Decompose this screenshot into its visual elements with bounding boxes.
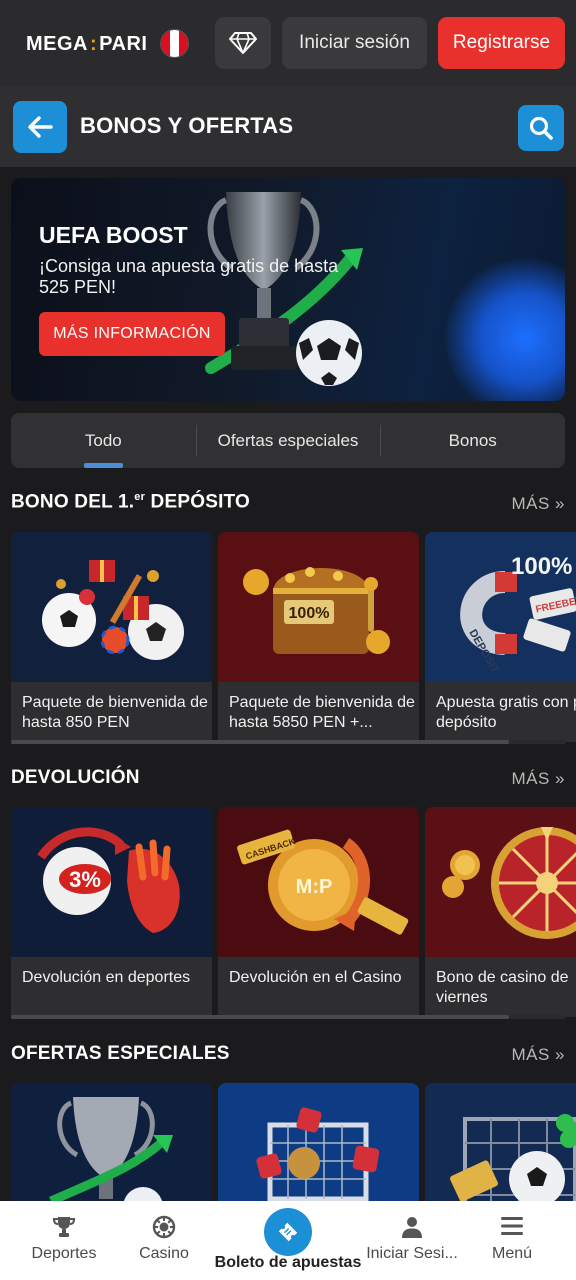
section-title-sup: er — [134, 491, 146, 503]
card-text: Bono de casino de viernes — [436, 969, 569, 1006]
promo-card[interactable]: 3% Devolución en deportes — [11, 807, 212, 1017]
tab-special-offers[interactable]: Ofertas especiales — [195, 413, 381, 468]
card-row-cashback: 3% Devolución en deportes M:P CASHBACK D… — [11, 807, 576, 1022]
sports-balls-gift-image — [11, 532, 212, 682]
section-title-cashback: DEVOLUCIÓN — [11, 767, 140, 788]
register-button[interactable]: Registrarse — [438, 17, 565, 69]
active-tab-indicator — [84, 463, 123, 468]
promo-banner[interactable]: UEFA BOOST ¡Consiga una apuesta gratis d… — [11, 178, 565, 401]
ticket-icon — [278, 1222, 298, 1242]
casino-chip-icon — [152, 1215, 176, 1239]
more-link-special-offers[interactable]: MÁS » — [511, 1045, 565, 1065]
logo-text-left: MEGA — [26, 32, 88, 55]
arrow-left-icon — [28, 116, 53, 138]
more-info-button[interactable]: MÁS INFORMACIÓN — [39, 312, 225, 356]
title-bar: BONOS Y OFERTAS — [0, 86, 576, 167]
logo-text-right: PARI — [99, 32, 148, 55]
banner-text: ¡Consiga una apuesta gratis de hasta 525… — [39, 256, 339, 297]
login-button[interactable]: Iniciar sesión — [282, 17, 427, 69]
card-row-first-deposit: Paquete de bienvenida de hasta 850 PEN 1… — [11, 532, 576, 747]
percent-badge-text: 3% — [69, 867, 101, 892]
bet-slip-button[interactable] — [264, 1208, 312, 1256]
page: MEGA: PARI Iniciar sesión Registrarse BON… — [0, 0, 576, 1280]
top-header: MEGA: PARI Iniciar sesión Registrarse — [0, 0, 576, 86]
more-link-first-deposit[interactable]: MÁS » — [511, 494, 565, 514]
section-title-first-deposit: BONO DEL 1.er DEPÓSITO — [11, 491, 250, 513]
filter-tabs: Todo Ofertas especiales Bonos — [11, 413, 565, 468]
nav-casino[interactable]: Casino — [108, 1201, 220, 1280]
diamond-icon — [229, 32, 257, 54]
nav-menu[interactable]: Menú — [456, 1201, 568, 1280]
casino-cashback-coin-image: M:P CASHBACK — [218, 807, 419, 957]
search-button[interactable] — [518, 105, 564, 151]
logo-colon: : — [90, 32, 98, 55]
card-text: Devolución en deportes — [22, 969, 191, 986]
nav-sports[interactable]: Deportes — [8, 1201, 120, 1280]
card-text: Devolución en el Casino — [229, 969, 402, 986]
magnet-badge-text: 100% — [511, 553, 572, 580]
tab-all[interactable]: Todo — [11, 413, 196, 468]
menu-icon — [501, 1217, 523, 1235]
promo-card[interactable]: M:P CASHBACK Devolución en el Casino — [218, 807, 419, 1017]
row-scrollbar[interactable] — [11, 740, 509, 744]
peru-flag-icon[interactable] — [160, 29, 189, 58]
section-title-rest: DEPÓSITO — [145, 491, 250, 513]
nav-label: Casino — [139, 1245, 189, 1262]
megapari-logo[interactable]: MEGA: PARI — [26, 30, 147, 58]
row-scrollbar[interactable] — [11, 1015, 509, 1019]
card-text: Paquete de bienvenida de hasta 850 PEN — [22, 694, 208, 731]
page-title: BONOS Y OFERTAS — [80, 113, 294, 138]
chest-badge-text: 100% — [289, 605, 330, 622]
banner-title: UEFA BOOST — [39, 222, 188, 248]
card-text: Paquete de bienvenida de hasta 5850 PEN … — [229, 694, 415, 731]
promo-card[interactable]: 100% Paquete de bienvenida de hasta 5850… — [218, 532, 419, 742]
nav-label: Boleto de apuestas — [214, 1254, 362, 1271]
nav-login[interactable]: Iniciar Sesi... — [356, 1201, 468, 1280]
user-icon — [402, 1217, 422, 1238]
magnet-freebet-image: DEPOSIT 100% FREEBET — [425, 532, 576, 682]
more-link-cashback[interactable]: MÁS » — [511, 769, 565, 789]
promo-card[interactable]: Paquete de bienvenida de hasta 850 PEN — [11, 532, 212, 742]
promo-card[interactable]: DEPOSIT 100% FREEBET Apuesta gratis con … — [425, 532, 576, 742]
tab-bonuses[interactable]: Bonos — [380, 413, 565, 468]
trophy-icon — [52, 1217, 76, 1237]
coin-mark-text: M:P — [296, 876, 333, 898]
promo-card[interactable]: Bono de casino de viernes — [425, 807, 576, 1017]
vip-diamond-button[interactable] — [215, 17, 271, 69]
nav-label: Deportes — [31, 1245, 97, 1262]
nav-label: Menú — [491, 1245, 533, 1262]
back-button[interactable] — [13, 101, 67, 153]
nav-label: Iniciar Sesi... — [366, 1245, 458, 1262]
ball-glove-cashback-image: 3% — [11, 807, 212, 957]
section-title-text: BONO DEL 1. — [11, 491, 135, 513]
banner-glow — [445, 258, 565, 401]
treasure-chest-image: 100% — [218, 532, 419, 682]
wheel-of-fortune-image — [425, 807, 576, 957]
card-text: Apuesta gratis con primer depósito — [436, 694, 576, 731]
section-title-special-offers: OFERTAS ESPECIALES — [11, 1043, 230, 1064]
search-icon — [529, 116, 553, 140]
